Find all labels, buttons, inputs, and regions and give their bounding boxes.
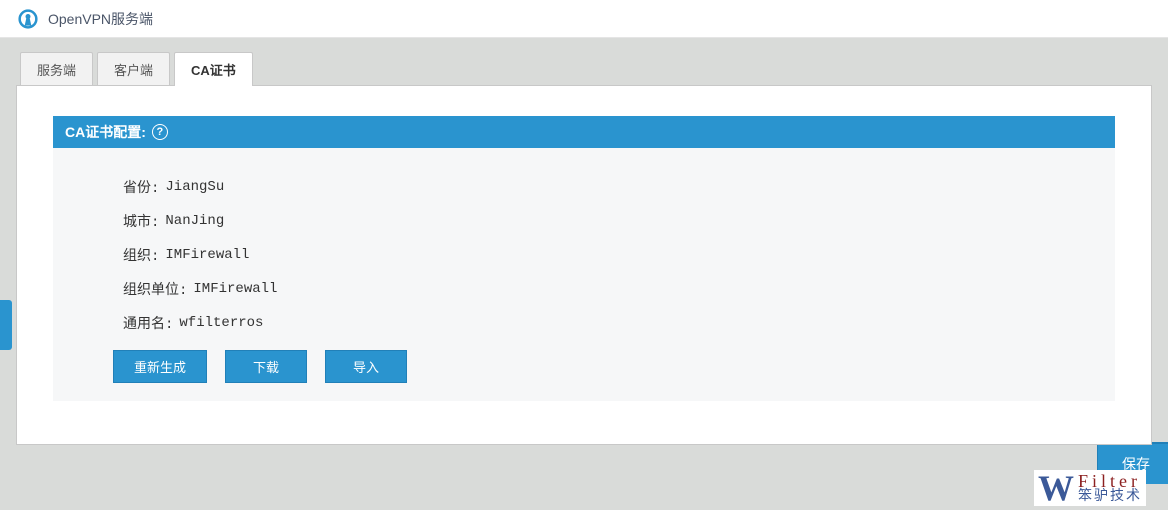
row-cn: 通用名: wfilterros [123,306,1115,340]
brand-w: W [1038,473,1074,504]
import-button[interactable]: 导入 [325,350,407,383]
brand-text: Filter 笨驴技术 [1078,472,1142,504]
cn-value: wfilterros [179,315,263,331]
province-label: 省份: [123,177,159,197]
cn-label: 通用名: [123,313,173,333]
tabs: 服务端 客户端 CA证书 [20,52,1152,86]
city-label: 城市: [123,211,159,231]
row-org: 组织: IMFirewall [123,238,1115,272]
province-value: JiangSu [165,179,224,195]
ou-value: IMFirewall [193,281,277,297]
tab-client[interactable]: 客户端 [97,52,170,86]
brand-sub: 笨驴技术 [1078,490,1142,504]
section-title: CA证书配置: [65,122,146,142]
ca-config-section: CA证书配置: ? 省份: JiangSu 城市: NanJing 组织: IM… [53,116,1115,401]
form-rows: 省份: JiangSu 城市: NanJing 组织: IMFirewall 组… [53,148,1115,350]
tab-panel-ca: CA证书配置: ? 省份: JiangSu 城市: NanJing 组织: IM… [16,85,1152,445]
help-icon[interactable]: ? [152,124,168,140]
section-header: CA证书配置: ? [53,116,1115,148]
city-value: NanJing [165,213,224,229]
button-row: 重新生成 下载 导入 [53,350,1115,383]
brand-logo: W Filter 笨驴技术 [1034,470,1146,506]
left-collapse-handle[interactable] [0,300,12,350]
tab-server[interactable]: 服务端 [20,52,93,86]
regenerate-button[interactable]: 重新生成 [113,350,207,383]
ou-label: 组织单位: [123,279,187,299]
org-value: IMFirewall [165,247,249,263]
org-label: 组织: [123,245,159,265]
main-container: 服务端 客户端 CA证书 CA证书配置: ? 省份: JiangSu 城市: N… [0,38,1168,510]
brand-main: Filter [1078,472,1142,490]
openvpn-icon [18,9,38,29]
download-button[interactable]: 下载 [225,350,307,383]
tab-ca-cert[interactable]: CA证书 [174,52,253,86]
app-header: OpenVPN服务端 [0,0,1168,38]
page-title: OpenVPN服务端 [48,9,153,29]
row-province: 省份: JiangSu [123,170,1115,204]
row-ou: 组织单位: IMFirewall [123,272,1115,306]
row-city: 城市: NanJing [123,204,1115,238]
